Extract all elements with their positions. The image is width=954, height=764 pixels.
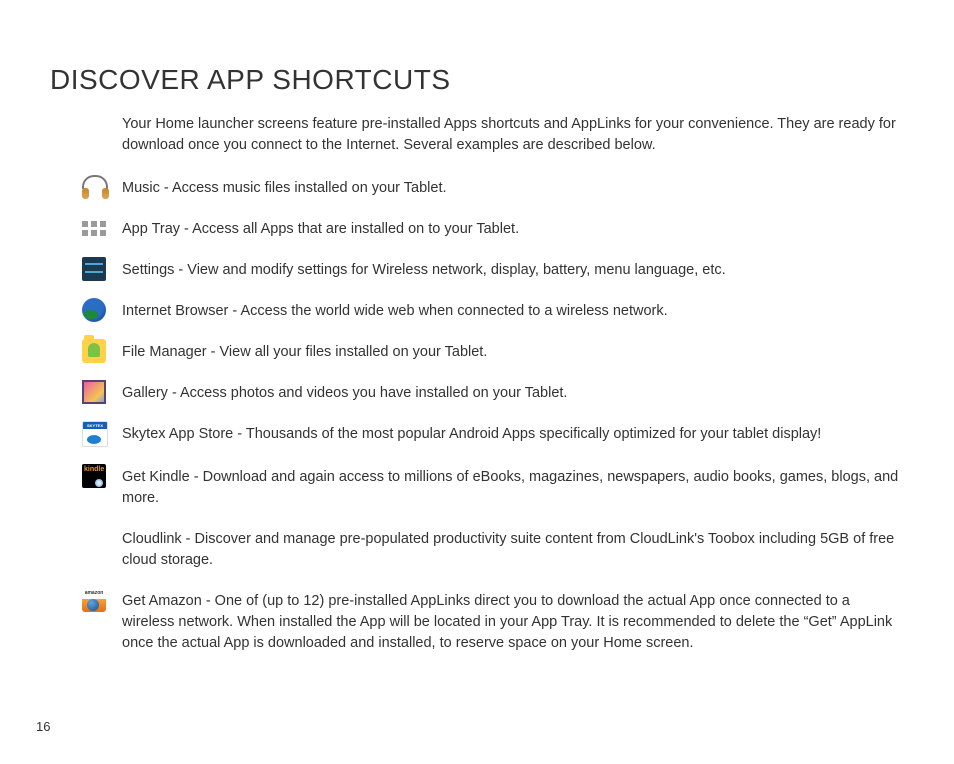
- filemanager-icon: [82, 339, 106, 363]
- item-text: App Tray - Access all Apps that are inst…: [122, 219, 519, 240]
- browser-icon: [82, 298, 106, 322]
- shortcut-list: Music - Access music files installed on …: [82, 178, 904, 654]
- item-text: Get Amazon - One of (up to 12) pre-insta…: [122, 591, 904, 654]
- item-text: Cloudlink - Discover and manage pre-popu…: [122, 529, 904, 571]
- item-text: Get Kindle - Download and again access t…: [122, 467, 904, 509]
- page-number: 16: [36, 719, 50, 734]
- list-item: Settings - View and modify settings for …: [82, 260, 904, 281]
- list-item: File Manager - View all your files insta…: [82, 342, 904, 363]
- page-heading: DISCOVER APP SHORTCUTS: [50, 64, 904, 96]
- skytex-icon: SKYTEX: [82, 421, 108, 447]
- list-item: Music - Access music files installed on …: [82, 178, 904, 199]
- list-item: App Tray - Access all Apps that are inst…: [82, 219, 904, 240]
- item-text: Gallery - Access photos and videos you h…: [122, 383, 567, 404]
- intro-paragraph: Your Home launcher screens feature pre-i…: [122, 114, 904, 156]
- list-item: SKYTEX Skytex App Store - Thousands of t…: [82, 424, 904, 447]
- apptray-icon: [82, 221, 106, 237]
- kindle-icon: kindle: [82, 464, 106, 488]
- gallery-icon: [82, 380, 106, 404]
- item-text: File Manager - View all your files insta…: [122, 342, 487, 363]
- item-text: Internet Browser - Access the world wide…: [122, 301, 668, 322]
- list-item: amazon Get Amazon - One of (up to 12) pr…: [82, 591, 904, 654]
- item-text: Skytex App Store - Thousands of the most…: [122, 424, 821, 445]
- list-item: Gallery - Access photos and videos you h…: [82, 383, 904, 404]
- list-item: Cloudlink - Discover and manage pre-popu…: [82, 529, 904, 571]
- settings-icon: [82, 257, 106, 281]
- music-icon: [82, 175, 106, 199]
- item-text: Music - Access music files installed on …: [122, 178, 447, 199]
- list-item: kindle Get Kindle - Download and again a…: [82, 467, 904, 509]
- amazon-icon: amazon: [82, 588, 106, 612]
- list-item: Internet Browser - Access the world wide…: [82, 301, 904, 322]
- item-text: Settings - View and modify settings for …: [122, 260, 726, 281]
